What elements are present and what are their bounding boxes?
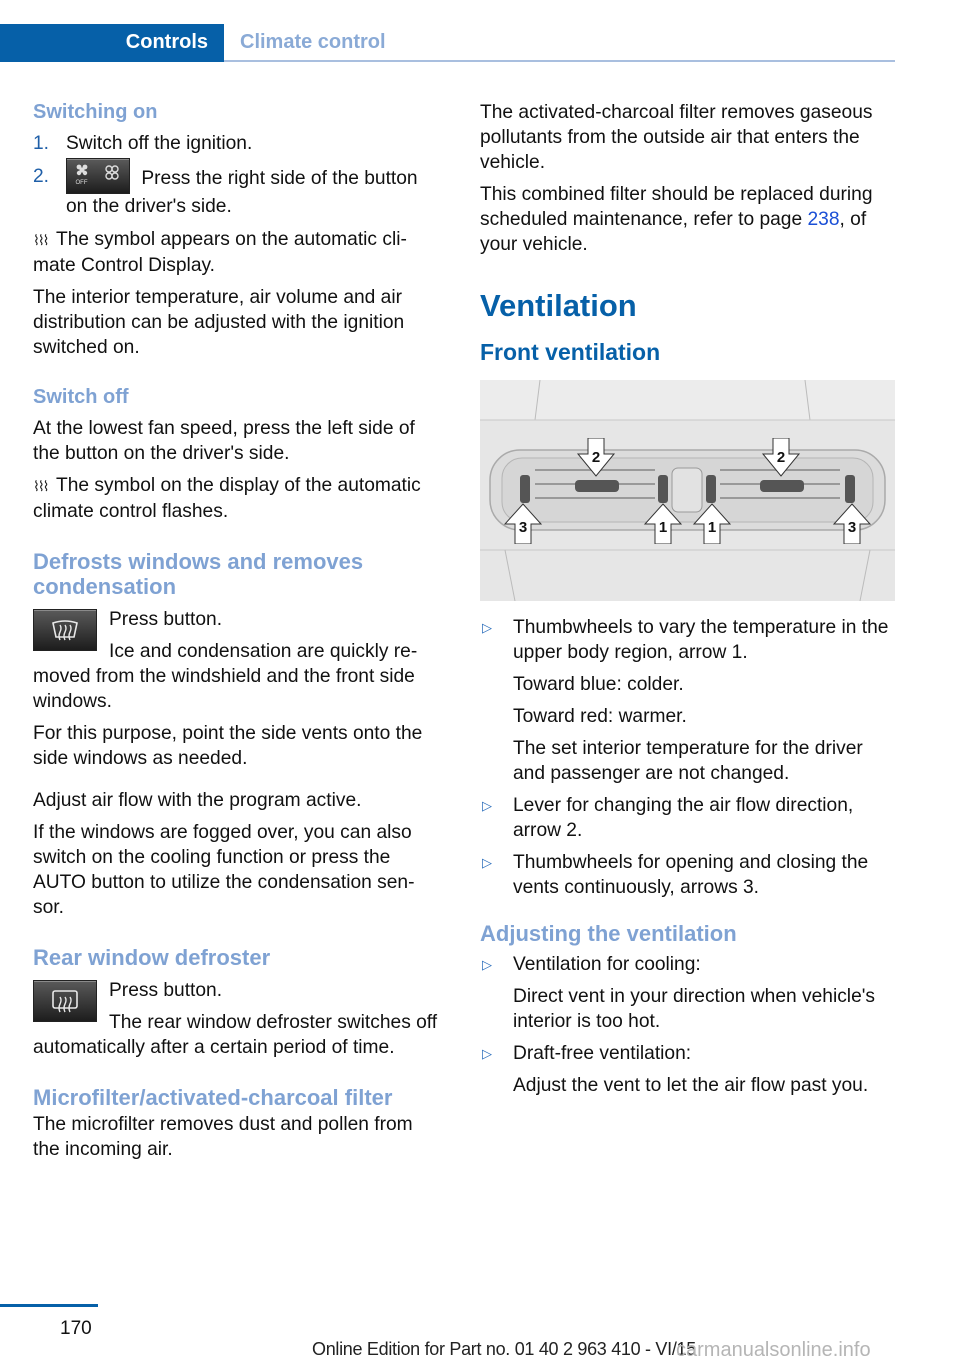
heading-defrost: Defrosts windows and removes condensatio… xyxy=(33,549,364,599)
step-2: 2. OFF Press the right side of the butto… xyxy=(33,158,443,219)
vent-photo: 2 2 3 1 1 3 xyxy=(480,380,895,601)
paragraph-with-link: This combined filter should be replaced … xyxy=(480,184,873,255)
header-rule xyxy=(224,60,895,62)
paragraph: The interior temperature, air volume and… xyxy=(33,287,405,358)
watermark: carmanualsonline.info xyxy=(676,1339,871,1361)
heading-adjusting-ventilation: Adjusting the ventilation xyxy=(480,921,737,946)
arrow-label-3: 3 xyxy=(832,503,872,544)
step-text: Switch off the ignition. xyxy=(66,133,253,154)
page-reference-link[interactable]: 238 xyxy=(807,209,839,230)
right-column: The activated-charcoal filter removes ga… xyxy=(480,100,895,1105)
heat-waves-icon: ⌇⌇⌇ xyxy=(33,478,50,494)
symbol-note: ⌇⌇⌇ The symbol on the display of the aut… xyxy=(33,475,421,522)
svg-text:OFF: OFF xyxy=(76,180,88,186)
arrow-label-2: 2 xyxy=(576,438,616,477)
heading-switch-off: Switch off xyxy=(33,386,129,408)
svg-text:1: 1 xyxy=(708,519,716,536)
svg-text:3: 3 xyxy=(848,519,856,536)
paragraph: If the windows are fogged over, you can … xyxy=(33,822,415,918)
arrow-label-3: 3 xyxy=(503,503,543,544)
fan-off-on-button-icon: OFF xyxy=(66,158,130,194)
svg-text:2: 2 xyxy=(777,449,785,466)
symbol-note: ⌇⌇⌇ The symbol appears on the automatic … xyxy=(33,229,407,276)
section-label: Climate control xyxy=(240,31,386,53)
triangle-bullet-icon: ▷ xyxy=(482,1046,492,1061)
arrow-label-1: 1 xyxy=(692,503,732,544)
vent-controls-list: ▷ Thumbwheels to vary the temperature in… xyxy=(480,615,895,900)
paragraph: The activated-charcoal filter removes ga… xyxy=(480,102,873,173)
list-item: ▷ Ventilation for cooling: Direct vent i… xyxy=(482,954,875,1032)
page-number: 170 xyxy=(60,1318,92,1339)
footer-rule xyxy=(0,1304,98,1307)
paragraph: At the lowest fan speed, press the left … xyxy=(33,418,415,464)
heading-front-ventilation: Front ventilation xyxy=(480,339,661,365)
arrow-label-2: 2 xyxy=(761,438,801,477)
paragraph: For this purpose, point the side vents o… xyxy=(33,723,423,769)
triangle-bullet-icon: ▷ xyxy=(482,855,492,870)
heading-ventilation: Ventilation xyxy=(480,288,637,323)
step-number: 2. xyxy=(33,166,50,187)
svg-text:2: 2 xyxy=(592,449,600,466)
page-header: Controls Climate control xyxy=(0,24,895,62)
heat-waves-icon: ⌇⌇⌇ xyxy=(33,232,50,248)
left-column: Switching on 1. Switch off the ignition.… xyxy=(33,100,443,1169)
step-number: 1. xyxy=(33,133,50,154)
triangle-bullet-icon: ▷ xyxy=(482,798,492,813)
heading-microfilter: Microfilter/activated-charcoal filter xyxy=(33,1085,393,1110)
svg-text:3: 3 xyxy=(519,519,527,536)
rear-defrost-block: Press button. The rear window defroster … xyxy=(33,978,443,1060)
heading-switching-on: Switching on xyxy=(33,101,158,123)
adjusting-list: ▷ Ventilation for cooling: Direct vent i… xyxy=(480,952,895,1098)
list-item: ▷ Thumbwheels for opening and closing th… xyxy=(482,852,869,898)
triangle-bullet-icon: ▷ xyxy=(482,620,492,635)
paragraph: The microfilter removes dust and pollen … xyxy=(33,1114,413,1160)
paragraph: Adjust air flow with the program active. xyxy=(33,790,362,811)
windshield-defrost-button-icon xyxy=(33,609,97,651)
triangle-bullet-icon: ▷ xyxy=(482,957,492,972)
arrow-label-1: 1 xyxy=(643,503,683,544)
list-item: ▷ Lever for changing the air flow direct… xyxy=(482,795,854,841)
list-item: ▷ Thumbwheels to vary the temperature in… xyxy=(482,617,889,784)
chapter-tab: Controls xyxy=(0,24,224,62)
defrost-block: Press button. Ice and condensation are q… xyxy=(33,607,443,714)
list-item: ▷ Draft-free ventilation: Adjust the ven… xyxy=(482,1043,869,1096)
chapter-label: Controls xyxy=(125,31,208,53)
rear-window-defrost-button-icon xyxy=(33,980,97,1022)
step-1: 1. Switch off the ignition. xyxy=(33,131,443,156)
edition-text: Online Edition for Part no. 01 40 2 963 … xyxy=(312,1339,696,1359)
heading-rear-defroster: Rear window defroster xyxy=(33,945,271,970)
svg-text:1: 1 xyxy=(659,519,667,536)
